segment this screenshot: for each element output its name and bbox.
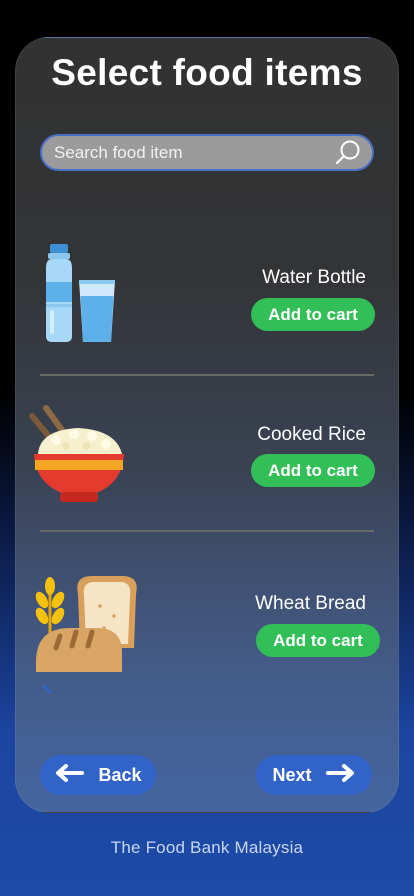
food-item-name: Cooked Rice	[257, 424, 366, 445]
arrow-right-icon	[325, 763, 356, 788]
food-item-cooked-rice: Cooked Rice Add to cart	[24, 398, 390, 528]
food-item-name: Wheat Bread	[255, 593, 366, 614]
divider	[40, 374, 374, 376]
food-item-water-bottle: Water Bottle Add to cart	[24, 240, 390, 370]
back-label: Back	[98, 764, 142, 785]
arrow-left-icon	[54, 763, 85, 788]
bread-icon	[30, 572, 142, 703]
footer-text: The Food Bank Malaysia	[110, 838, 304, 857]
water-bottle-icon	[38, 244, 118, 349]
divider	[40, 530, 374, 532]
next-label: Next	[272, 764, 312, 785]
search-input[interactable]	[54, 142, 334, 163]
add-to-cart-button[interactable]: Add to cart	[251, 298, 375, 331]
search-bar[interactable]	[40, 134, 374, 171]
back-button[interactable]: Back	[40, 755, 156, 795]
add-to-cart-button[interactable]: Add to cart	[251, 454, 375, 487]
next-button[interactable]: Next	[256, 755, 372, 795]
add-to-cart-button[interactable]: Add to cart	[256, 624, 380, 657]
food-item-wheat-bread: Wheat Bread Add to cart	[24, 568, 390, 698]
page-title: Select food items	[51, 52, 363, 93]
food-item-name: Water Bottle	[262, 267, 366, 288]
rice-bowl-icon	[26, 404, 130, 513]
search-icon[interactable]	[334, 139, 362, 167]
